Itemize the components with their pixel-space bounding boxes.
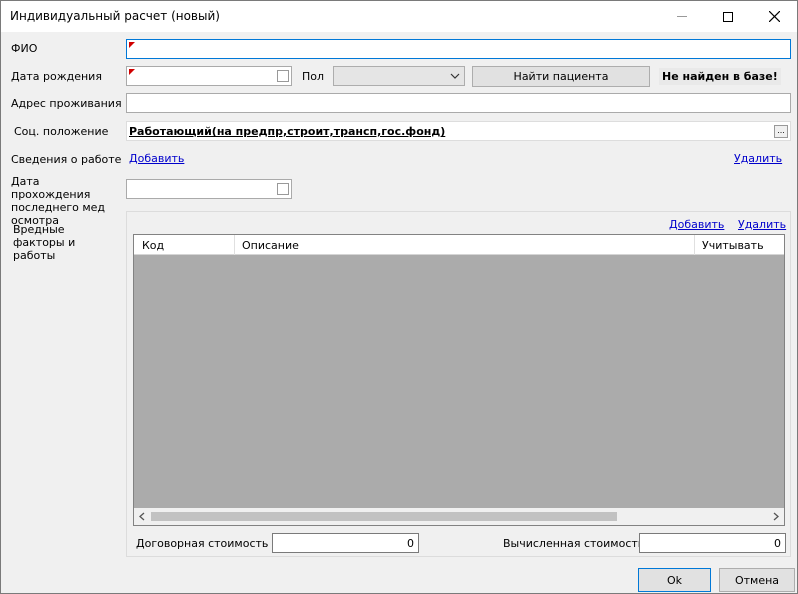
column-header-description[interactable]: Описание <box>234 235 694 255</box>
scroll-left-icon[interactable] <box>138 512 146 521</box>
address-label: Адрес проживания <box>11 97 122 110</box>
column-header-code[interactable]: Код <box>134 235 234 255</box>
hazard-label: Вредные факторы и работы <box>13 223 76 262</box>
cancel-button[interactable]: Отмена <box>719 568 795 592</box>
work-add-link[interactable]: Добавить <box>129 152 184 165</box>
column-header-consider[interactable]: Учитывать <box>694 235 784 255</box>
social-label: Соц. положение <box>14 125 109 138</box>
scrollbar-thumb[interactable] <box>151 512 617 521</box>
sex-label: Пол <box>302 70 325 83</box>
title-bar[interactable]: Индивидуальный расчет (новый) <box>1 1 797 32</box>
calendar-icon[interactable] <box>277 70 289 82</box>
calendar-icon[interactable] <box>277 183 289 195</box>
ok-button[interactable]: Ok <box>638 568 711 592</box>
work-label: Сведения о работе <box>11 153 122 166</box>
find-patient-button[interactable]: Найти пациента <box>472 66 650 87</box>
ellipsis-icon[interactable]: ... <box>774 125 788 138</box>
birthdate-label: Дата рождения <box>11 70 102 83</box>
sex-select[interactable] <box>333 66 465 86</box>
last-exam-label: Дата прохождения последнего мед осмотра <box>11 175 106 227</box>
hazards-table[interactable]: Код Описание Учитывать <box>133 234 785 526</box>
required-flag-icon <box>129 69 135 75</box>
minimize-button[interactable] <box>659 1 705 32</box>
hazard-remove-link[interactable]: Удалить <box>738 218 786 231</box>
scroll-right-icon[interactable] <box>772 512 780 521</box>
hazard-add-link[interactable]: Добавить <box>669 218 724 231</box>
work-remove-link[interactable]: Удалить <box>734 152 782 165</box>
fio-input[interactable] <box>126 39 791 59</box>
hazards-panel: Добавить Удалить Код Описание Учитывать … <box>126 211 791 557</box>
calculated-cost-value: 0 <box>639 533 786 553</box>
maximize-button[interactable] <box>705 1 751 32</box>
minimize-icon <box>677 16 687 17</box>
chevron-down-icon <box>450 73 460 79</box>
dialog-window: Индивидуальный расчет (новый) ФИО Дата р… <box>0 0 798 594</box>
calculated-cost-label: Вычисленная стоимость <box>503 537 645 550</box>
table-header: Код Описание Учитывать <box>134 235 784 255</box>
maximize-icon <box>723 11 733 22</box>
close-button[interactable] <box>751 1 797 32</box>
required-flag-icon <box>129 42 135 48</box>
social-status-value: Работающий(на предпр,строит,трансп,гос.ф… <box>129 125 446 138</box>
window-title: Индивидуальный расчет (новый) <box>10 9 220 23</box>
birthdate-input[interactable] <box>126 66 292 86</box>
not-found-status: Не найден в базе! <box>659 68 781 85</box>
contract-cost-label: Договорная стоимость <box>136 537 269 550</box>
fio-label: ФИО <box>11 42 38 55</box>
horizontal-scrollbar[interactable] <box>134 508 784 525</box>
social-status-field[interactable]: Работающий(на предпр,строит,трансп,гос.ф… <box>126 121 791 141</box>
address-input[interactable] <box>126 93 791 113</box>
close-icon <box>768 11 780 22</box>
contract-cost-input[interactable]: 0 <box>272 533 419 553</box>
last-exam-date-input[interactable] <box>126 179 292 199</box>
